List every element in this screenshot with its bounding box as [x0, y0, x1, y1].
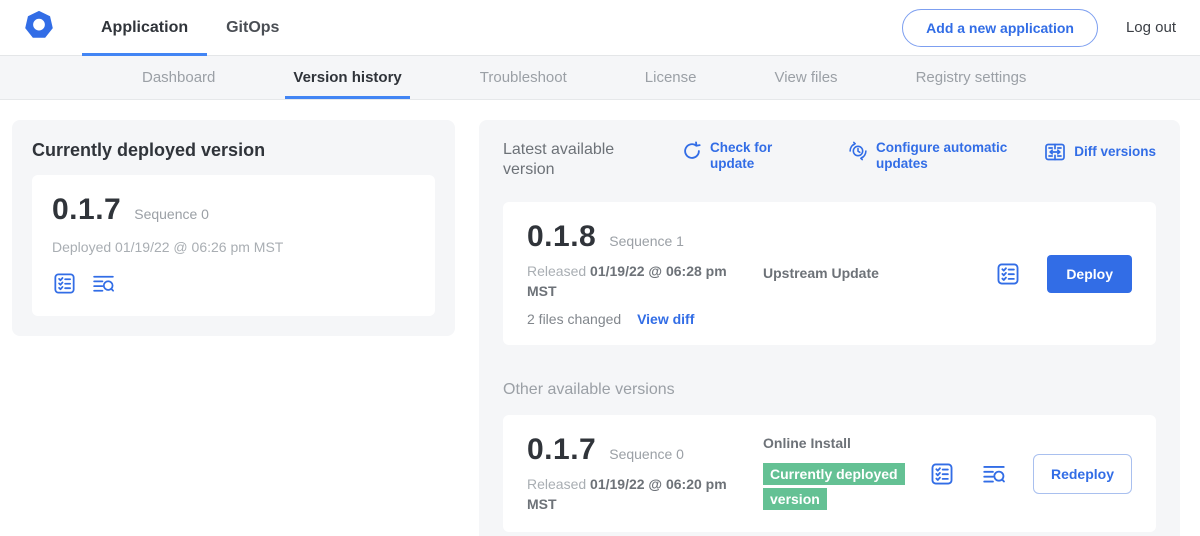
top-header: Application GitOps Add a new application…: [0, 0, 1200, 56]
configure-auto-updates-link[interactable]: Configure automatic updates: [847, 140, 1015, 173]
latest-version-sequence: Sequence 1: [609, 233, 684, 249]
other-version-released: Released 01/19/22 @ 06:20 pm MST: [527, 475, 742, 514]
other-versions-title: Other available versions: [503, 381, 1156, 399]
subnav-item-registry-settings[interactable]: Registry settings: [916, 56, 1027, 99]
check-for-update-link[interactable]: Check for update: [681, 140, 791, 173]
other-version-number: 0.1.7: [527, 433, 596, 467]
subnav-item-dashboard[interactable]: Dashboard: [142, 56, 215, 99]
add-application-button[interactable]: Add a new application: [902, 9, 1098, 47]
check-for-update-label: Check for update: [710, 140, 791, 173]
deployed-version-number: 0.1.7: [52, 193, 121, 227]
subnav-item-version-history[interactable]: Version history: [293, 56, 401, 99]
diff-columns-icon: [1043, 140, 1067, 164]
view-logs-icon[interactable]: [981, 461, 1007, 487]
preflight-checklist-icon[interactable]: [929, 461, 955, 487]
version-row-0-1-8: 0.1.8 Sequence 1 Released 01/19/22 @ 06:…: [503, 202, 1156, 345]
latest-available-card: Latest available version Check for updat…: [479, 120, 1180, 536]
version-source-label: Upstream Update: [763, 265, 879, 281]
currently-deployed-badge: Currently deployed version: [763, 463, 905, 510]
subnav-item-view-files[interactable]: View files: [774, 56, 837, 99]
preflight-checklist-icon[interactable]: [995, 261, 1021, 287]
currently-deployed-title: Currently deployed version: [32, 140, 435, 161]
app-logo[interactable]: [0, 0, 82, 55]
deploy-button[interactable]: Deploy: [1047, 255, 1132, 293]
latest-version-number: 0.1.8: [527, 220, 596, 254]
preflight-checklist-icon[interactable]: [52, 271, 77, 296]
latest-available-title: Latest available version: [503, 140, 653, 180]
deployed-sequence: Sequence 0: [134, 206, 209, 222]
main-content: Currently deployed version 0.1.7 Sequenc…: [0, 100, 1200, 536]
deployed-version-row: 0.1.7 Sequence 0 Deployed 01/19/22 @ 06:…: [32, 175, 435, 316]
diff-versions-link[interactable]: Diff versions: [1043, 140, 1156, 164]
header-tabs: Application GitOps: [82, 0, 298, 55]
files-changed-label: 2 files changed: [527, 311, 621, 327]
tab-application[interactable]: Application: [82, 0, 207, 55]
deployed-timestamp: Deployed 01/19/22 @ 06:26 pm MST: [52, 239, 415, 255]
subnav-item-troubleshoot[interactable]: Troubleshoot: [480, 56, 567, 99]
heptagon-logo-icon: [22, 8, 56, 47]
configure-auto-updates-label: Configure automatic updates: [876, 140, 1015, 173]
auto-update-clock-icon: [847, 140, 869, 162]
latest-version-released: Released 01/19/22 @ 06:28 pm MST: [527, 262, 742, 301]
redeploy-button[interactable]: Redeploy: [1033, 454, 1132, 494]
view-logs-icon[interactable]: [91, 271, 116, 296]
tab-gitops[interactable]: GitOps: [207, 0, 298, 55]
other-version-sequence: Sequence 0: [609, 446, 684, 462]
diff-versions-label: Diff versions: [1074, 144, 1156, 160]
subnav-item-license[interactable]: License: [645, 56, 697, 99]
view-diff-link[interactable]: View diff: [637, 311, 694, 327]
app-subnav: Dashboard Version history Troubleshoot L…: [0, 56, 1200, 100]
version-source-label: Online Install: [763, 435, 851, 451]
logout-link[interactable]: Log out: [1126, 19, 1176, 36]
header-right: Add a new application Log out: [902, 0, 1200, 55]
currently-deployed-card: Currently deployed version 0.1.7 Sequenc…: [12, 120, 455, 336]
version-row-0-1-7: 0.1.7 Sequence 0 Released 01/19/22 @ 06:…: [503, 415, 1156, 532]
refresh-icon: [681, 140, 703, 162]
